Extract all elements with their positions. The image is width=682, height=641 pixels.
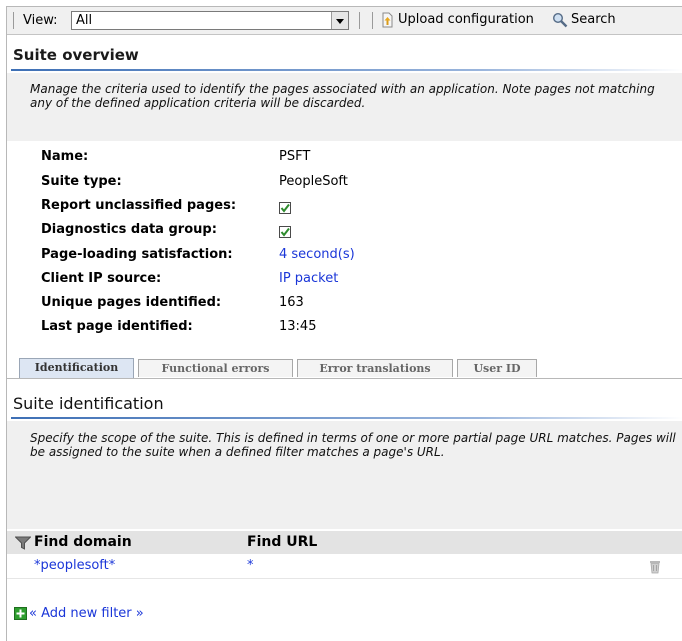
view-select-value: All: [76, 13, 93, 28]
suite-identification-title: Suite identification: [13, 394, 164, 413]
suite-overview-title: Suite overview: [13, 46, 139, 64]
last-page-identified-value: 13:45: [279, 319, 317, 334]
section-rule: [11, 69, 682, 71]
find-url-link[interactable]: *: [247, 558, 254, 573]
toolbar: View: All Upload configuration Search: [7, 7, 682, 35]
overview-description: Manage the criteria used to identify the…: [30, 82, 655, 110]
suite-type-value: PeopleSoft: [279, 174, 348, 189]
column-header-find-url: Find URL: [247, 534, 318, 550]
tab-error-translations[interactable]: Error translations: [297, 359, 453, 377]
tab-identification[interactable]: Identification: [19, 358, 134, 378]
client-ip-source-link[interactable]: IP packet: [279, 271, 338, 286]
identification-description: Specify the scope of the suite. This is …: [30, 431, 676, 459]
checkbox-icon: [279, 202, 291, 214]
delete-icon[interactable]: [649, 559, 661, 574]
chevron-down-icon[interactable]: [331, 12, 348, 29]
toolbar-separator: [13, 12, 14, 29]
upload-configuration-link[interactable]: Upload configuration: [398, 12, 534, 27]
filter-table-header: Find domain Find URL: [7, 531, 682, 554]
page-loading-satisfaction-label: Page-loading satisfaction:: [41, 247, 233, 262]
add-icon[interactable]: [14, 607, 27, 620]
page-loading-satisfaction-link[interactable]: 4 second(s): [279, 247, 355, 262]
tab-user-id[interactable]: User ID: [457, 359, 537, 377]
search-icon[interactable]: [552, 12, 568, 28]
checkbox-icon: [279, 226, 291, 238]
toolbar-separator: [359, 12, 360, 29]
tab-functional-errors[interactable]: Functional errors: [138, 359, 293, 377]
report-unclassified-label: Report unclassified pages:: [41, 198, 237, 213]
suite-panel: View: All Upload configuration Search Su…: [6, 6, 682, 641]
tab-bar: Identification Functional errors Error t…: [7, 356, 682, 379]
search-link[interactable]: Search: [571, 12, 616, 27]
diagnostics-data-group-label: Diagnostics data group:: [41, 222, 217, 237]
view-select[interactable]: All: [71, 11, 349, 30]
filter-icon: [15, 536, 31, 550]
unique-pages-value: 163: [279, 295, 304, 310]
row-divider: [7, 578, 682, 579]
name-value: PSFT: [279, 149, 311, 164]
client-ip-source-label: Client IP source:: [41, 271, 162, 286]
suite-type-label: Suite type:: [41, 174, 122, 189]
view-label: View:: [23, 13, 58, 28]
toolbar-separator: [372, 12, 373, 29]
section-rule: [11, 417, 682, 419]
last-page-identified-label: Last page identified:: [41, 319, 193, 334]
column-header-find-domain: Find domain: [34, 534, 132, 550]
add-new-filter-link[interactable]: « Add new filter »: [29, 606, 144, 621]
find-domain-link[interactable]: *peoplesoft*: [34, 558, 115, 573]
unique-pages-label: Unique pages identified:: [41, 295, 222, 310]
upload-icon[interactable]: [381, 12, 393, 28]
name-label: Name:: [41, 149, 89, 164]
